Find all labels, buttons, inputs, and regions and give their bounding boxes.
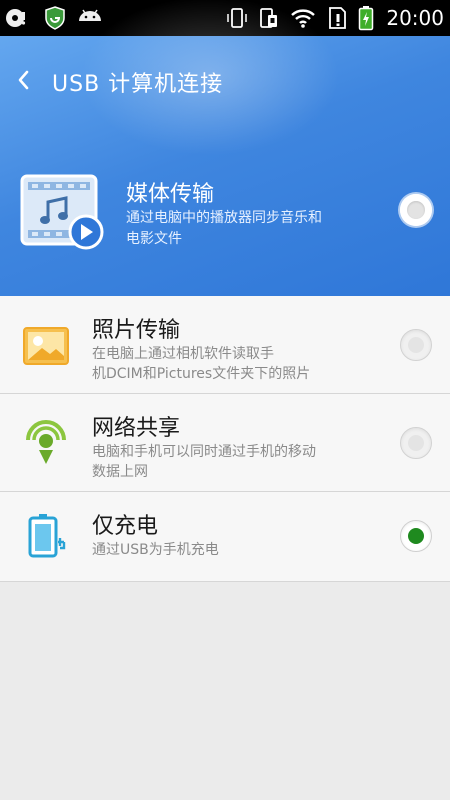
option-title: 媒体传输 xyxy=(126,182,215,207)
shield-icon xyxy=(44,6,66,30)
option-photo-transfer[interactable]: 照片传输 在电脑上通过相机软件读取手 机DCIM和Pictures文件夹下的照片 xyxy=(0,296,450,394)
option-charge-only[interactable]: 仅充电 通过USB为手机充电 xyxy=(0,492,450,582)
header: USB 计算机连接 媒体传输 通过电脑中的播放器同步音乐和 电影文件 xyxy=(0,0,450,296)
option-description-line: 数据上网 xyxy=(92,464,148,480)
option-description: 在电脑上通过相机软件读取手 机DCIM和Pictures文件夹下的照片 xyxy=(92,344,378,384)
page-title: USB 计算机连接 xyxy=(52,72,224,97)
radio-media-transfer[interactable] xyxy=(400,194,432,226)
back-button[interactable] xyxy=(10,62,38,98)
option-description-line: 在电脑上通过相机软件读取手 xyxy=(92,346,274,362)
option-title: 网络共享 xyxy=(92,416,181,441)
option-description: 通过USB为手机充电 xyxy=(92,540,378,560)
option-title: 仅充电 xyxy=(92,514,159,539)
option-title: 照片传输 xyxy=(92,318,181,343)
tethering-icon xyxy=(26,420,66,464)
option-network-sharing[interactable]: 网络共享 电脑和手机可以同时通过手机的移动 数据上网 xyxy=(0,394,450,492)
chevron-left-icon xyxy=(18,70,29,90)
radio-indicator xyxy=(408,435,424,451)
radio-indicator xyxy=(407,201,425,219)
usb-options-list: 照片传输 在电脑上通过相机软件读取手 机DCIM和Pictures文件夹下的照片… xyxy=(0,296,450,582)
option-description-line: 电脑和手机可以同时通过手机的移动 xyxy=(92,444,316,460)
option-description-line: 机DCIM和Pictures文件夹下的照片 xyxy=(92,366,311,382)
photo-icon xyxy=(23,327,69,365)
radio-indicator xyxy=(408,337,424,353)
option-description: 通过电脑中的播放器同步音乐和 电影文件 xyxy=(126,208,376,250)
clock: 20:00 xyxy=(386,6,444,30)
media-transfer-icon xyxy=(20,174,104,250)
radio-photo-transfer[interactable] xyxy=(400,329,432,361)
charging-icon xyxy=(28,514,66,558)
option-description-line: 电影文件 xyxy=(126,231,182,247)
battery-icon xyxy=(358,5,374,31)
radio-network-sharing[interactable] xyxy=(400,427,432,459)
radio-charge-only[interactable] xyxy=(400,520,432,552)
radio-indicator xyxy=(408,528,424,544)
app-icon xyxy=(4,7,34,29)
option-description-line: 通过USB为手机充电 xyxy=(92,542,219,558)
option-description-line: 通过电脑中的播放器同步音乐和 xyxy=(126,210,322,226)
option-description: 电脑和手机可以同时通过手机的移动 数据上网 xyxy=(92,442,378,482)
